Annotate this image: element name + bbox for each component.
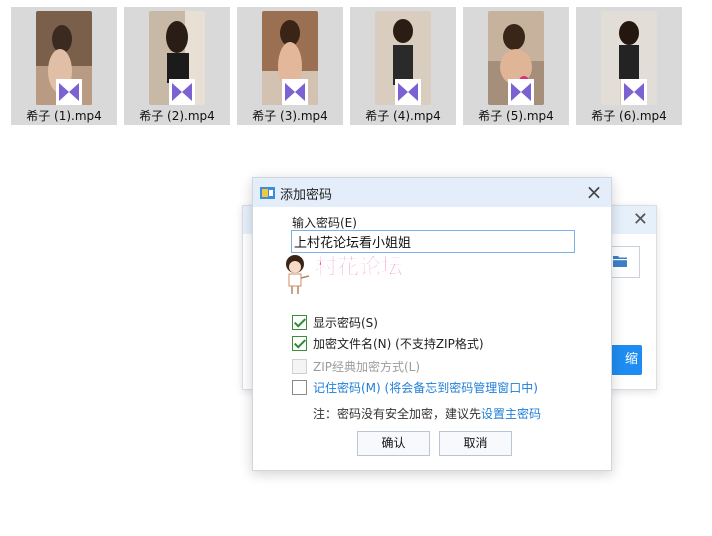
file-tile-4[interactable]: 希子 (4).mp4	[350, 7, 456, 125]
add-password-dialog: 添加密码 × 输入密码(E) 村花论坛 显示密码(S) 加密文件名(N) (不支…	[252, 177, 612, 471]
video-file-icon	[56, 79, 82, 105]
file-tile-2[interactable]: 希子 (2).mp4	[124, 7, 230, 125]
close-icon[interactable]: ✕	[633, 209, 648, 231]
watermark-logo: 村花论坛	[286, 254, 403, 294]
cancel-button[interactable]: 取消	[439, 431, 512, 456]
file-name: 希子 (4).mp4	[365, 109, 441, 123]
file-tile-5[interactable]: 希子 (5).mp4	[463, 7, 569, 125]
checkbox-disabled	[292, 358, 307, 374]
file-name: 希子 (5).mp4	[478, 109, 554, 123]
option-label: 加密文件名(N) (不支持ZIP格式)	[313, 336, 484, 351]
close-icon[interactable]: ×	[583, 180, 605, 204]
video-file-icon	[395, 79, 421, 105]
option-encrypt-filenames[interactable]: 加密文件名(N) (不支持ZIP格式)	[292, 334, 484, 352]
file-name: 希子 (6).mp4	[591, 109, 667, 123]
option-label: 显示密码(S)	[313, 315, 378, 330]
ok-button[interactable]: 确认	[357, 431, 430, 456]
note-text: 注：密码没有安全加密，建议先	[313, 407, 482, 421]
checkbox-unchecked[interactable]	[292, 379, 307, 395]
file-name: 希子 (3).mp4	[252, 109, 328, 123]
file-tile-3[interactable]: 希子 (3).mp4	[237, 7, 343, 125]
folder-icon	[613, 256, 627, 267]
file-name: 希子 (2).mp4	[139, 109, 215, 123]
option-show-password[interactable]: 显示密码(S)	[292, 313, 378, 331]
checkbox-checked[interactable]	[292, 335, 307, 351]
file-name: 希子 (1).mp4	[26, 109, 102, 123]
option-label: 记住密码(M) (将会备忘到密码管理窗口中)	[313, 380, 538, 395]
dialog-title: 添加密码	[280, 188, 333, 203]
file-tile-1[interactable]: 希子 (1).mp4	[11, 7, 117, 125]
video-file-icon	[508, 79, 534, 105]
option-label: ZIP经典加密方式(L)	[313, 359, 421, 374]
option-remember-password[interactable]: 记住密码(M) (将会备忘到密码管理窗口中)	[292, 378, 538, 396]
file-tile-6[interactable]: 希子 (6).mp4	[576, 7, 682, 125]
video-file-icon	[169, 79, 195, 105]
dialog-header: 添加密码 ×	[253, 178, 611, 207]
checkbox-checked[interactable]	[292, 314, 307, 330]
video-file-icon	[621, 79, 647, 105]
video-file-icon	[282, 79, 308, 105]
archive-lock-icon	[260, 187, 275, 199]
security-note: 注：密码没有安全加密，建议先设置主密码	[313, 405, 541, 422]
option-zip-classic: ZIP经典加密方式(L)	[292, 357, 420, 375]
watermark-text: 村花论坛	[315, 254, 403, 280]
password-label: 输入密码(E)	[292, 216, 357, 230]
set-master-password-link[interactable]: 设置主密码	[481, 407, 541, 421]
